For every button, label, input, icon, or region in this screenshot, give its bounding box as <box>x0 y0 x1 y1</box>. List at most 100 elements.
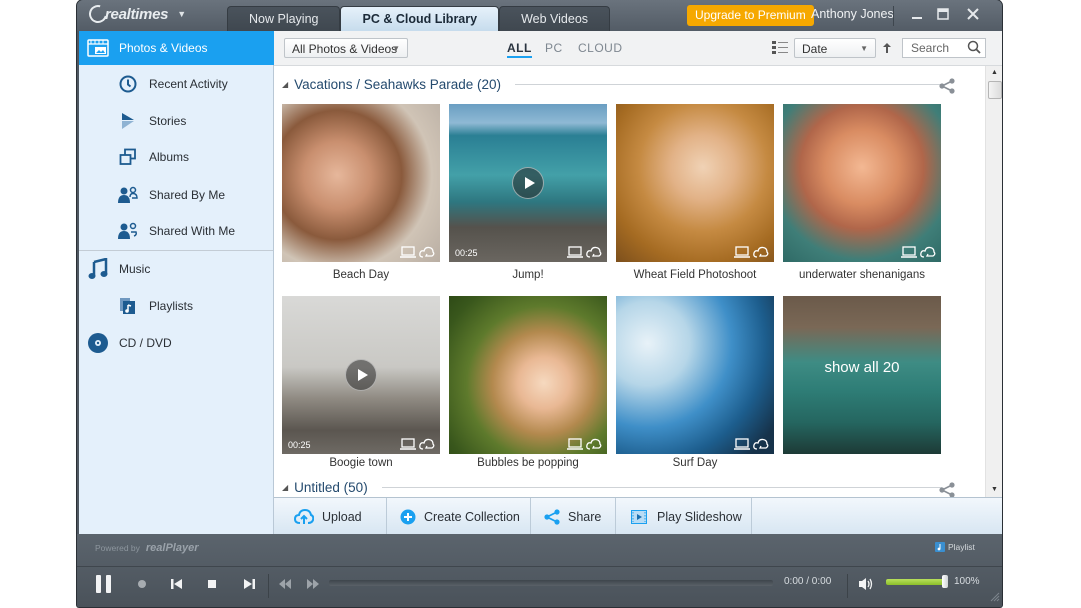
cloud-icon <box>586 438 602 450</box>
tab-pc-cloud-library[interactable]: PC & Cloud Library <box>340 6 500 32</box>
cloud-upload-icon <box>294 508 314 525</box>
filter-cloud[interactable]: CLOUD <box>578 41 623 55</box>
media-caption: Surf Day <box>672 457 718 469</box>
title-bar: realtimes ▼ Now Playing PC & Cloud Libra… <box>77 0 1002 32</box>
share-button[interactable]: Share <box>531 498 616 535</box>
fast-forward-button[interactable] <box>306 578 320 590</box>
mute-button[interactable] <box>858 577 874 591</box>
library-content: ◢ Vacations / Seahawks Parade (20) Beach… <box>274 66 985 497</box>
music-note-icon <box>87 258 109 280</box>
pc-icon <box>734 246 750 258</box>
disc-icon <box>87 332 109 354</box>
media-thumbnail[interactable] <box>616 104 774 262</box>
tab-web-videos[interactable]: Web Videos <box>499 6 611 32</box>
media-thumbnail[interactable]: 00:25 <box>282 296 440 454</box>
sidebar-item-cd-dvd[interactable]: CD / DVD <box>79 326 281 360</box>
record-button[interactable] <box>137 579 147 589</box>
cloud-icon <box>586 246 602 258</box>
stop-button[interactable] <box>207 579 217 589</box>
share-section-icon[interactable] <box>939 78 955 97</box>
upload-button[interactable]: Upload <box>274 498 387 535</box>
sort-direction-button[interactable] <box>881 42 893 54</box>
search-icon[interactable] <box>967 39 981 60</box>
rewind-button[interactable] <box>278 578 292 590</box>
user-name[interactable]: Anthony Jones <box>811 7 894 21</box>
search-input[interactable]: Search <box>902 38 986 58</box>
list-view-icon <box>772 41 788 54</box>
section-header[interactable]: ◢ Untitled (50) <box>282 480 962 495</box>
vertical-scrollbar[interactable]: ▲ ▼ <box>985 66 1002 497</box>
seek-bar[interactable] <box>329 580 773 586</box>
realtimes-logo-menu[interactable]: realtimes ▼ <box>85 1 186 27</box>
section-header[interactable]: ◢ Vacations / Seahawks Parade (20) <box>282 77 962 92</box>
collapse-triangle-icon[interactable]: ◢ <box>282 80 288 89</box>
play-slideshow-button[interactable]: Play Slideshow <box>616 498 752 535</box>
skip-forward-icon <box>244 579 255 589</box>
play-video-icon[interactable] <box>345 359 377 391</box>
tab-now-playing[interactable]: Now Playing <box>227 6 341 32</box>
resize-grip-icon[interactable] <box>990 591 1000 605</box>
volume-percent: 100% <box>954 576 980 587</box>
play-video-icon[interactable] <box>512 167 544 199</box>
volume-fill <box>886 579 946 585</box>
pause-button[interactable] <box>95 574 113 594</box>
pc-icon <box>567 438 583 450</box>
pc-icon <box>901 246 917 258</box>
show-all-label: show all 20 <box>824 359 900 376</box>
source-icons <box>734 246 769 258</box>
share-section-icon[interactable] <box>939 482 955 497</box>
divider <box>893 6 894 26</box>
pc-icon <box>734 438 750 450</box>
media-type-dropdown[interactable]: All Photos & Videos ▼ <box>284 38 408 58</box>
sidebar-label: Shared By Me <box>149 188 226 202</box>
sidebar-label: Photos & Videos <box>119 41 208 55</box>
stories-icon <box>117 110 139 132</box>
sidebar: Photos & Videos Recent Activity Stories … <box>79 31 281 534</box>
scroll-up-icon[interactable]: ▲ <box>986 66 1002 80</box>
stop-icon <box>208 580 216 588</box>
search-placeholder: Search <box>911 41 950 55</box>
volume-knob[interactable] <box>942 575 948 588</box>
volume-slider[interactable] <box>886 575 948 588</box>
sort-dropdown[interactable]: Date ▼ <box>794 38 876 58</box>
show-all-tile[interactable]: show all 20 <box>783 296 941 454</box>
sidebar-label: CD / DVD <box>119 336 172 350</box>
filter-all[interactable]: ALL <box>507 41 532 58</box>
maximize-button[interactable] <box>933 5 953 25</box>
shared-with-me-icon <box>117 220 139 242</box>
playlist-button[interactable]: Playlist <box>935 542 975 552</box>
action-label: Play Slideshow <box>657 509 742 524</box>
create-collection-button[interactable]: Create Collection <box>387 498 531 535</box>
minimize-button[interactable] <box>907 5 927 25</box>
upgrade-premium-button[interactable]: Upgrade to Premium <box>687 5 814 26</box>
player-divider <box>268 574 269 598</box>
next-button[interactable] <box>243 578 255 590</box>
video-duration: 00:25 <box>455 248 478 258</box>
sidebar-item-photos-videos[interactable]: Photos & Videos <box>79 31 281 65</box>
media-thumbnail[interactable]: 00:25 <box>449 104 607 262</box>
chevron-down-icon: ▼ <box>177 9 186 19</box>
volume-icon <box>859 578 873 590</box>
media-thumbnail[interactable] <box>616 296 774 454</box>
sidebar-label: Music <box>119 262 151 276</box>
media-thumbnail[interactable] <box>282 104 440 262</box>
previous-button[interactable] <box>171 578 183 590</box>
close-button[interactable] <box>963 5 983 25</box>
playlist-label: Playlist <box>948 542 975 552</box>
media-thumbnail[interactable] <box>783 104 941 262</box>
playlist-icon <box>935 542 945 552</box>
filter-pc[interactable]: PC <box>545 41 563 55</box>
player-divider <box>77 566 1002 567</box>
sidebar-item-music[interactable]: Music <box>79 252 281 286</box>
media-caption: underwater shenanigans <box>799 269 925 281</box>
scroll-down-icon[interactable]: ▼ <box>986 483 1002 497</box>
section-divider <box>381 487 942 488</box>
cloud-icon <box>920 246 936 258</box>
source-icons <box>567 438 602 450</box>
close-icon <box>967 8 979 20</box>
source-icons <box>400 246 435 258</box>
list-view-button[interactable] <box>772 41 788 55</box>
scrollbar-thumb[interactable] <box>988 81 1002 99</box>
media-thumbnail[interactable] <box>449 296 607 454</box>
collapse-triangle-icon[interactable]: ◢ <box>282 483 288 492</box>
